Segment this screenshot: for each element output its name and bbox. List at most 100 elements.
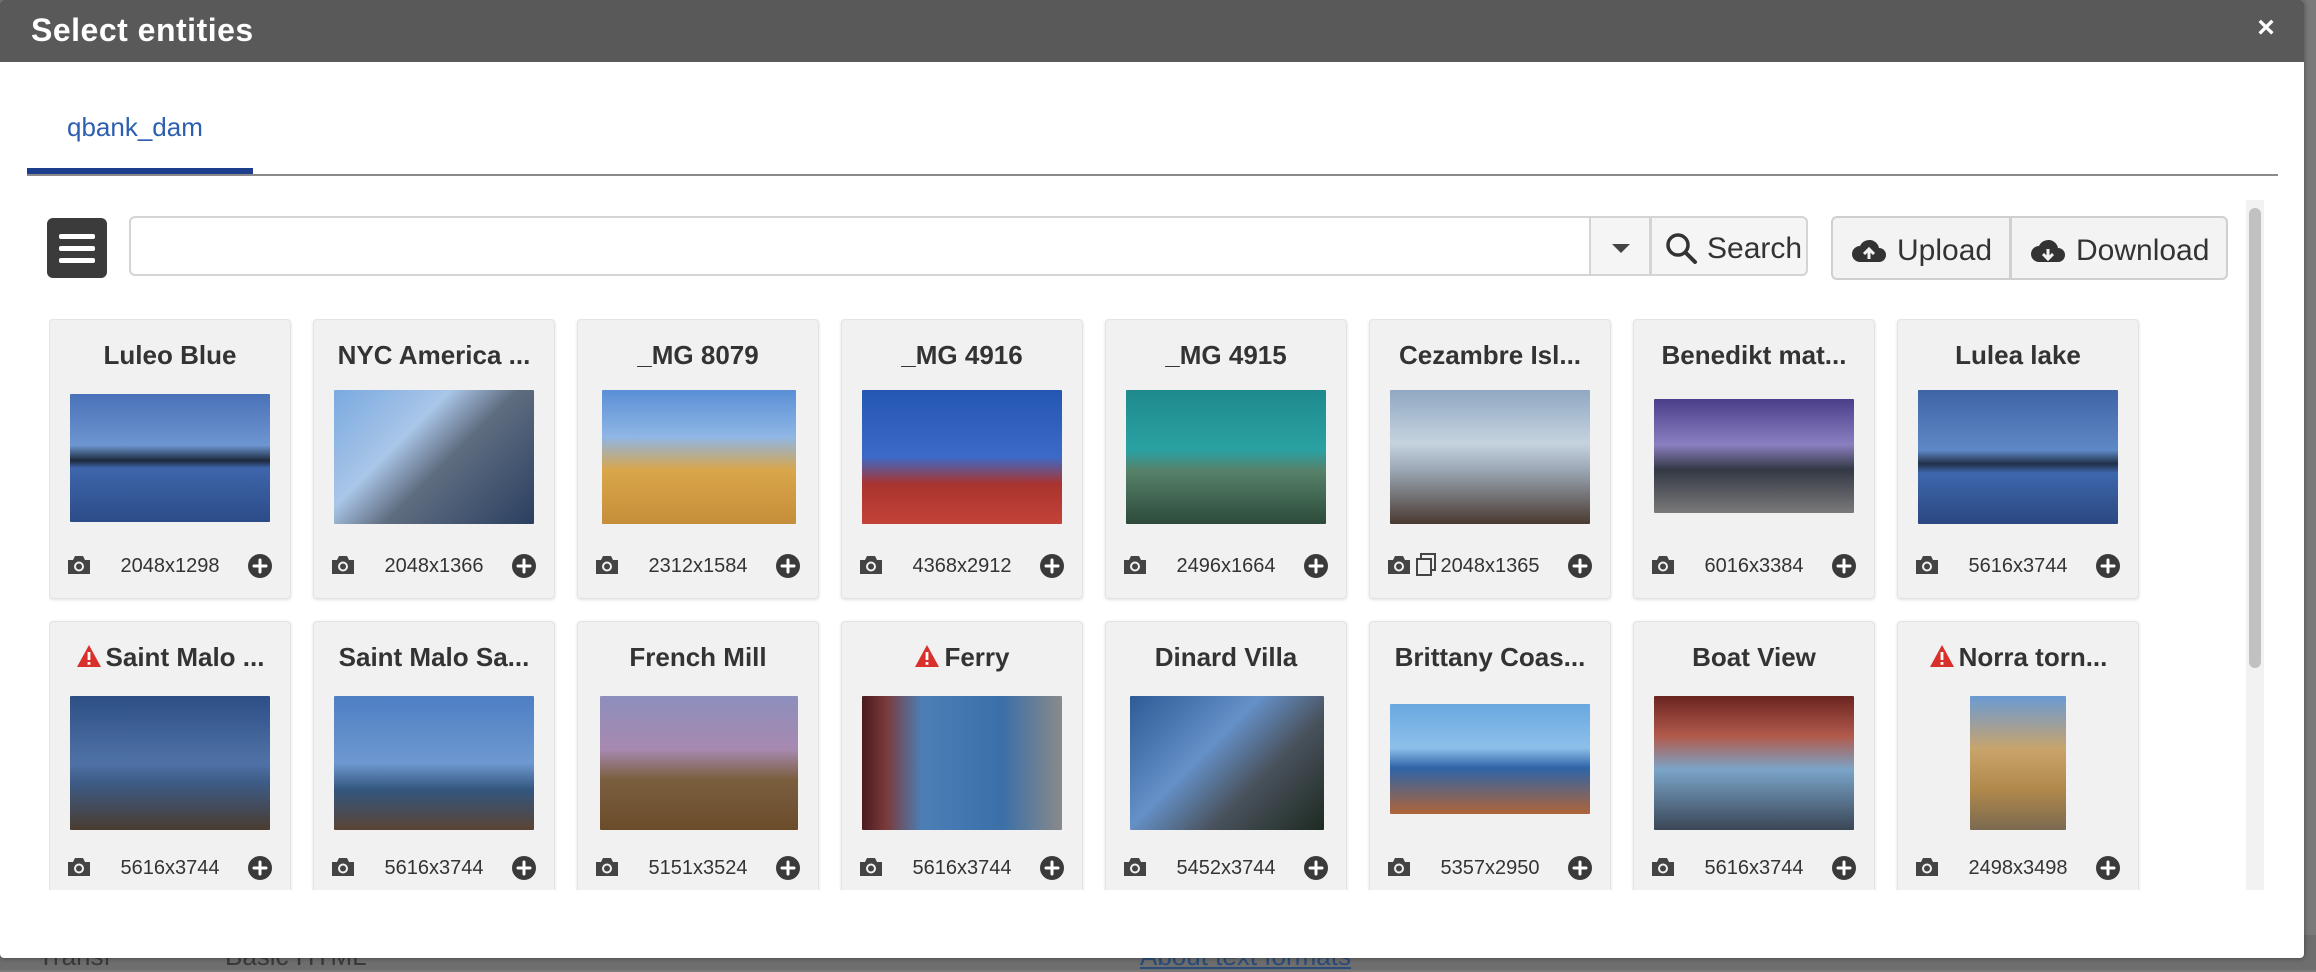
entity-title-text: Saint Malo ... — [105, 642, 265, 672]
entity-card[interactable]: NYC America ... 2048x1366 — [313, 319, 555, 599]
menu-button[interactable] — [47, 218, 107, 278]
entity-card[interactable]: Ferry 5616x3744 — [841, 621, 1083, 890]
entity-card[interactable]: French Mill 5151x3524 — [577, 621, 819, 890]
entity-title-text: _MG 4915 — [1165, 340, 1287, 370]
entity-title-text: Saint Malo Sa... — [338, 642, 530, 672]
entity-title: _MG 4915 — [1106, 340, 1346, 371]
entity-thumbnail[interactable] — [334, 390, 534, 524]
download-label: Download — [2076, 234, 2210, 267]
entity-footer: 2048x1298 — [50, 552, 290, 582]
entity-thumbnail[interactable] — [1970, 696, 2066, 830]
add-icon[interactable] — [510, 552, 538, 580]
entity-thumbnail[interactable] — [334, 696, 534, 830]
entity-footer: 6016x3384 — [1634, 552, 1874, 582]
add-icon[interactable] — [246, 552, 274, 580]
entity-card[interactable]: Lulea lake 5616x3744 — [1897, 319, 2139, 599]
tab-qbank-dam[interactable]: qbank_dam — [27, 62, 253, 174]
entity-footer: 5616x3744 — [1634, 854, 1874, 884]
entity-thumbnail[interactable] — [1654, 399, 1854, 513]
search-icon — [1666, 233, 1697, 264]
add-icon[interactable] — [774, 552, 802, 580]
entity-card[interactable]: Boat View 5616x3744 — [1633, 621, 1875, 890]
entity-card[interactable]: _MG 4916 4368x2912 — [841, 319, 1083, 599]
entity-grid: Luleo Blue 2048x1298 NYC America ... 204… — [49, 319, 2199, 890]
add-icon[interactable] — [510, 854, 538, 882]
entity-title-text: Boat View — [1692, 642, 1816, 672]
entity-card[interactable]: Benedikt mat... 6016x3384 — [1633, 319, 1875, 599]
entity-thumbnail[interactable] — [600, 696, 798, 830]
upload-label: Upload — [1897, 234, 1993, 267]
search-input[interactable] — [129, 216, 1591, 276]
entity-footer: 5616x3744 — [50, 854, 290, 884]
entity-thumbnail[interactable] — [1126, 390, 1326, 524]
add-icon[interactable] — [1566, 854, 1594, 882]
entity-title-text: Brittany Coas... — [1394, 642, 1586, 672]
entity-title: NYC America ... — [314, 340, 554, 371]
entity-title-text: Lulea lake — [1955, 340, 2081, 370]
tab-label: qbank_dam — [67, 112, 203, 142]
hamburger-line — [59, 258, 95, 263]
entity-footer: 2496x1664 — [1106, 552, 1346, 582]
add-icon[interactable] — [1302, 552, 1330, 580]
add-icon[interactable] — [1830, 854, 1858, 882]
toolbar: Search Upload Download — [47, 216, 2228, 284]
download-button[interactable]: Download — [2010, 216, 2228, 280]
entity-title-text: Luleo Blue — [103, 340, 237, 370]
close-button[interactable]: × — [2248, 10, 2284, 46]
cloud-download-icon — [2031, 239, 2065, 262]
entity-title: _MG 4916 — [842, 340, 1082, 371]
entity-thumbnail[interactable] — [1390, 704, 1590, 814]
entity-title: Saint Malo Sa... — [314, 642, 554, 673]
entity-title: French Mill — [578, 642, 818, 673]
add-icon[interactable] — [1566, 552, 1594, 580]
add-icon[interactable] — [2094, 854, 2122, 882]
entity-card[interactable]: Dinard Villa 5452x3744 — [1105, 621, 1347, 890]
search-button[interactable]: Search — [1650, 216, 1808, 276]
entity-footer: 5452x3744 — [1106, 854, 1346, 884]
entity-title: Lulea lake — [1898, 340, 2138, 371]
select-entities-dialog: Select entities × qbank_dam Search Uploa… — [0, 0, 2304, 958]
scrollbar[interactable] — [2246, 200, 2264, 890]
entity-card[interactable]: Cezambre Isl... 2048x1365 — [1369, 319, 1611, 599]
entity-thumbnail[interactable] — [862, 696, 1062, 830]
entity-title-text: _MG 4916 — [901, 340, 1023, 370]
entity-thumbnail[interactable] — [1918, 390, 2118, 524]
add-icon[interactable] — [774, 854, 802, 882]
entity-thumbnail[interactable] — [70, 696, 270, 830]
entity-thumbnail[interactable] — [70, 394, 270, 522]
cloud-upload-icon — [1852, 239, 1886, 262]
add-icon[interactable] — [246, 854, 274, 882]
scrollbar-thumb[interactable] — [2249, 208, 2261, 668]
entity-card[interactable]: _MG 8079 2312x1584 — [577, 319, 819, 599]
add-icon[interactable] — [1038, 552, 1066, 580]
entity-footer: 2498x3498 — [1898, 854, 2138, 884]
add-icon[interactable] — [1830, 552, 1858, 580]
dialog-title: Select entities — [31, 12, 254, 48]
entity-title: Cezambre Isl... — [1370, 340, 1610, 371]
entity-footer: 5616x3744 — [314, 854, 554, 884]
tab-bar: qbank_dam — [27, 62, 2278, 176]
entity-card[interactable]: Luleo Blue 2048x1298 — [49, 319, 291, 599]
entity-card[interactable]: _MG 4915 2496x1664 — [1105, 319, 1347, 599]
search-options-dropdown[interactable] — [1591, 216, 1651, 276]
add-icon[interactable] — [1038, 854, 1066, 882]
entity-thumbnail[interactable] — [1130, 696, 1324, 830]
entity-thumbnail[interactable] — [862, 390, 1062, 524]
entity-title: Saint Malo ... — [50, 642, 290, 673]
entity-title: Dinard Villa — [1106, 642, 1346, 673]
entity-thumbnail[interactable] — [1390, 390, 1590, 524]
entity-thumbnail[interactable] — [1654, 696, 1854, 830]
entity-card[interactable]: Brittany Coas... 5357x2950 — [1369, 621, 1611, 890]
add-icon[interactable] — [2094, 552, 2122, 580]
chevron-down-icon — [1612, 244, 1630, 253]
add-icon[interactable] — [1302, 854, 1330, 882]
entity-card[interactable]: Norra torn... 2498x3498 — [1897, 621, 2139, 890]
entity-title-text: Cezambre Isl... — [1398, 340, 1582, 370]
entity-thumbnail[interactable] — [602, 390, 796, 524]
entity-card[interactable]: Saint Malo ... 5616x3744 — [49, 621, 291, 890]
upload-button[interactable]: Upload — [1831, 216, 2011, 280]
entity-footer: 5151x3524 — [578, 854, 818, 884]
entity-card[interactable]: Saint Malo Sa... 5616x3744 — [313, 621, 555, 890]
entity-title-text: Norra torn... — [1958, 642, 2108, 672]
entity-footer: 2048x1366 — [314, 552, 554, 582]
